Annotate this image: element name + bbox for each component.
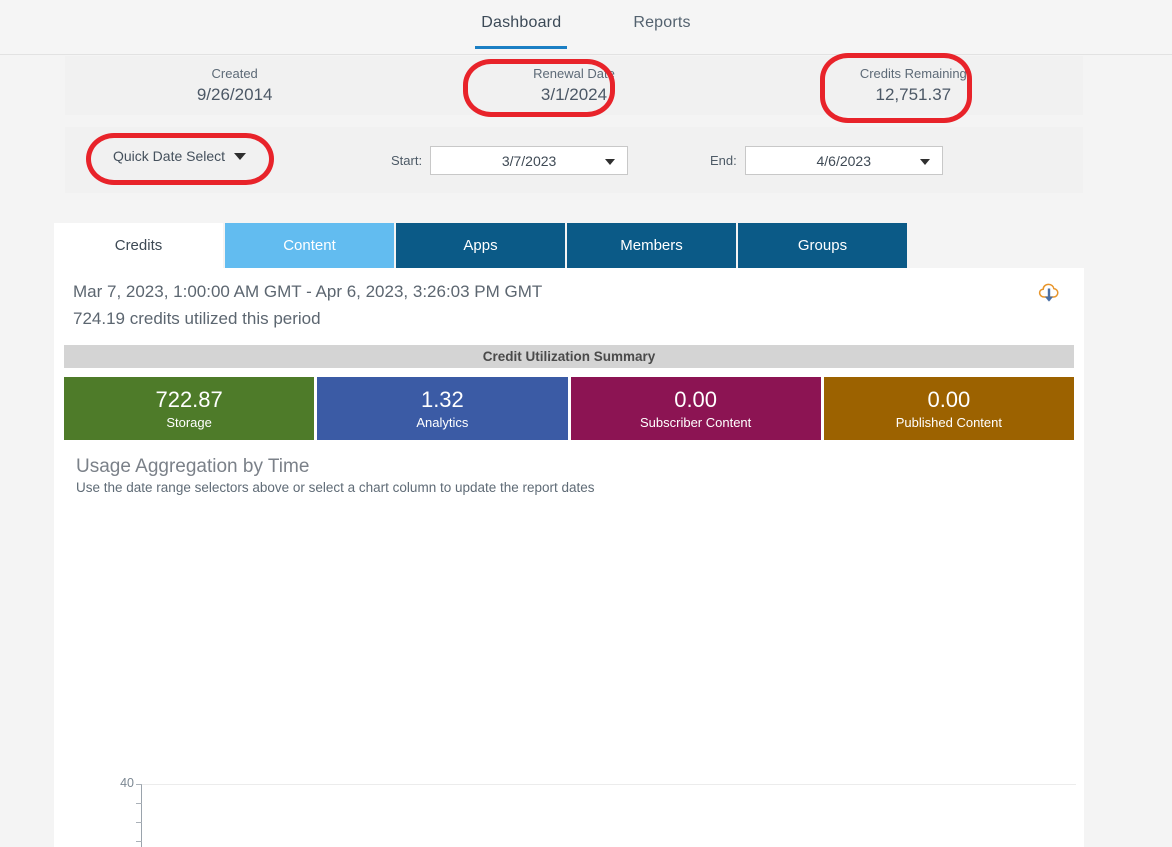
kpi-card-published-content: 0.00 Published Content bbox=[823, 377, 1074, 440]
bar-column[interactable] bbox=[263, 784, 293, 847]
kpi-value-storage: 722.87 bbox=[155, 387, 223, 412]
bar-column[interactable] bbox=[353, 784, 383, 847]
nav-tab-dashboard[interactable]: Dashboard bbox=[475, 14, 568, 49]
y-axis-tick bbox=[136, 822, 142, 823]
quick-date-select-dropdown[interactable]: Quick Date Select bbox=[113, 148, 247, 164]
credits-remaining-value: 12,751.37 bbox=[875, 85, 952, 104]
start-date-label: Start: bbox=[391, 153, 423, 168]
bar-column[interactable] bbox=[594, 784, 624, 847]
bar-column[interactable] bbox=[775, 784, 805, 847]
usage-aggregation-chart: Credits 2040 3/73/83/93/103/113/123/133/… bbox=[54, 773, 1084, 847]
kpi-value-published-content: 0.00 bbox=[927, 387, 971, 412]
info-cell-credits-remaining: Credits Remaining 12,751.37 bbox=[744, 56, 1083, 115]
account-info-card: Created 9/26/2014 Renewal Date 3/1/2024 … bbox=[65, 56, 1083, 115]
chart-heading: Usage Aggregation by Time bbox=[76, 456, 310, 477]
y-axis-tick bbox=[136, 841, 142, 842]
bar-column[interactable] bbox=[293, 784, 323, 847]
bar-column[interactable] bbox=[745, 784, 775, 847]
chevron-down-icon bbox=[234, 152, 247, 160]
bar-column[interactable] bbox=[473, 784, 503, 847]
top-nav-items: Dashboard Reports bbox=[475, 14, 697, 49]
tab-apps[interactable]: Apps bbox=[396, 223, 565, 268]
bar-series bbox=[142, 784, 1076, 847]
info-cell-renewal-date: Renewal Date 3/1/2024 bbox=[404, 56, 743, 115]
credits-report-panel: Mar 7, 2023, 1:00:00 AM GMT - Apr 6, 202… bbox=[54, 268, 1084, 847]
created-value: 9/26/2014 bbox=[196, 85, 273, 104]
kpi-value-subscriber-content: 0.00 bbox=[674, 387, 718, 412]
kpi-caption-storage: Storage bbox=[166, 415, 212, 430]
tab-members[interactable]: Members bbox=[567, 223, 736, 268]
info-cell-created: Created 9/26/2014 bbox=[65, 56, 404, 115]
bar-column[interactable] bbox=[142, 784, 172, 847]
kpi-caption-analytics: Analytics bbox=[416, 415, 469, 430]
bar-column[interactable] bbox=[564, 784, 594, 847]
kpi-cards: 722.87 Storage 1.32 Analytics 0.00 Subsc… bbox=[64, 377, 1074, 440]
bar-column[interactable] bbox=[805, 784, 835, 847]
top-navigation: Dashboard Reports bbox=[0, 0, 1172, 55]
bar-column[interactable] bbox=[534, 784, 564, 847]
dashboard-page: Dashboard Reports Created 9/26/2014 Rene… bbox=[0, 0, 1172, 847]
bar-column[interactable] bbox=[1016, 784, 1046, 847]
tab-content[interactable]: Content bbox=[225, 223, 394, 268]
bar-column[interactable] bbox=[835, 784, 865, 847]
tab-credits[interactable]: Credits bbox=[54, 223, 223, 268]
renewal-date-value: 3/1/2024 bbox=[540, 85, 608, 104]
kpi-card-analytics: 1.32 Analytics bbox=[317, 377, 568, 440]
end-date-field: End: 4/6/2023 bbox=[710, 146, 943, 175]
kpi-caption-subscriber-content: Subscriber Content bbox=[639, 415, 752, 430]
nav-tab-reports[interactable]: Reports bbox=[627, 14, 696, 49]
cloud-download-icon[interactable] bbox=[1036, 282, 1062, 308]
bar-column[interactable] bbox=[714, 784, 744, 847]
bar-column[interactable] bbox=[895, 784, 925, 847]
end-date-value: 4/6/2023 bbox=[816, 152, 872, 169]
end-date-label: End: bbox=[710, 153, 737, 168]
bar-column[interactable] bbox=[955, 784, 985, 847]
bar-column[interactable] bbox=[654, 784, 684, 847]
bar-column[interactable] bbox=[323, 784, 353, 847]
chevron-down-icon bbox=[919, 159, 930, 165]
tab-groups[interactable]: Groups bbox=[738, 223, 907, 268]
bar-column[interactable] bbox=[232, 784, 262, 847]
y-axis-tick bbox=[136, 803, 142, 804]
bar-column[interactable] bbox=[413, 784, 443, 847]
report-tabs: Credits Content Apps Members Groups bbox=[54, 223, 907, 268]
bar-column[interactable] bbox=[925, 784, 955, 847]
end-date-select[interactable]: 4/6/2023 bbox=[744, 146, 943, 175]
bar-column[interactable] bbox=[202, 784, 232, 847]
bar-column[interactable] bbox=[383, 784, 413, 847]
bar-column[interactable] bbox=[986, 784, 1016, 847]
credits-remaining-label: Credits Remaining bbox=[859, 66, 967, 81]
kpi-value-analytics: 1.32 bbox=[420, 387, 464, 412]
kpi-caption-published-content: Published Content bbox=[895, 415, 1002, 430]
chart-subheading: Use the date range selectors above or se… bbox=[76, 480, 595, 495]
start-date-value: 3/7/2023 bbox=[501, 152, 557, 169]
bar-column[interactable] bbox=[865, 784, 895, 847]
plot-area bbox=[142, 784, 1076, 847]
panel-header: Mar 7, 2023, 1:00:00 AM GMT - Apr 6, 202… bbox=[54, 268, 1084, 332]
chevron-down-icon bbox=[605, 159, 616, 165]
bar-column[interactable] bbox=[684, 784, 714, 847]
bar-column[interactable] bbox=[624, 784, 654, 847]
bar-column[interactable] bbox=[504, 784, 534, 847]
credit-utilization-summary-title: Credit Utilization Summary bbox=[64, 345, 1074, 368]
y-tick-label: 40 bbox=[120, 776, 134, 790]
report-date-range: Mar 7, 2023, 1:00:00 AM GMT - Apr 6, 202… bbox=[73, 282, 543, 301]
bar-column[interactable] bbox=[172, 784, 202, 847]
created-label: Created bbox=[211, 66, 258, 81]
credits-utilized-text: 724.19 credits utilized this period bbox=[73, 309, 321, 328]
kpi-card-subscriber-content: 0.00 Subscriber Content bbox=[570, 377, 821, 440]
quick-date-select-label: Quick Date Select bbox=[113, 148, 226, 164]
kpi-card-storage: 722.87 Storage bbox=[64, 377, 315, 440]
start-date-select[interactable]: 3/7/2023 bbox=[430, 146, 629, 175]
bar-column[interactable] bbox=[443, 784, 473, 847]
start-date-field: Start: 3/7/2023 bbox=[391, 146, 629, 175]
renewal-date-label: Renewal Date bbox=[533, 66, 615, 81]
y-axis-tick bbox=[136, 784, 142, 785]
bar-column[interactable] bbox=[1046, 784, 1076, 847]
